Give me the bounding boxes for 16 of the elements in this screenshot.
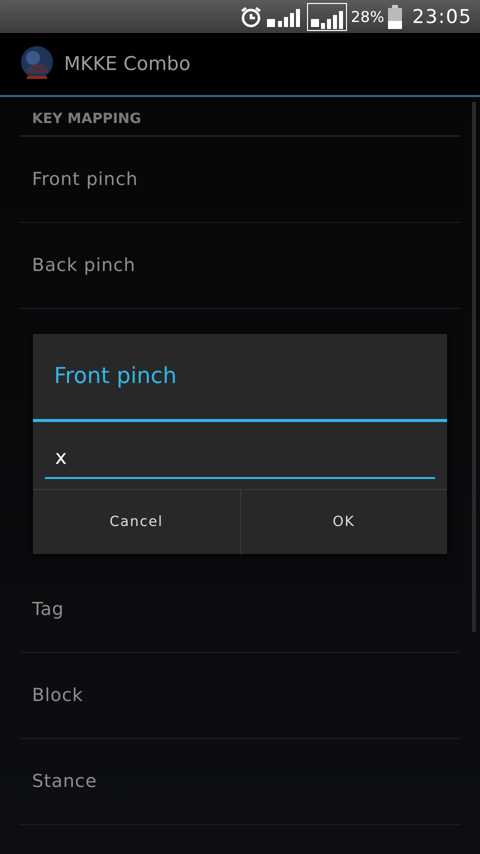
app-title: MKKE Combo [64,53,190,75]
list-item[interactable]: Back pinch [20,223,460,309]
list-item[interactable]: Block [20,653,460,739]
list-item[interactable]: Tag [20,567,460,653]
cancel-button[interactable]: Cancel [33,490,240,554]
section-header: KEY MAPPING [20,97,460,137]
dialog-title: Front pinch [33,334,447,422]
battery-percent: 28% [350,8,384,26]
list-item[interactable]: Front pinch [20,137,460,223]
input-field[interactable]: x [45,437,435,479]
clock-time: 23:05 [412,6,472,28]
alarm-icon [238,4,263,28]
ok-button[interactable]: OK [240,490,447,554]
battery-icon [388,4,402,28]
signal-icon [306,2,347,30]
list-item[interactable]: Stance [20,739,460,825]
